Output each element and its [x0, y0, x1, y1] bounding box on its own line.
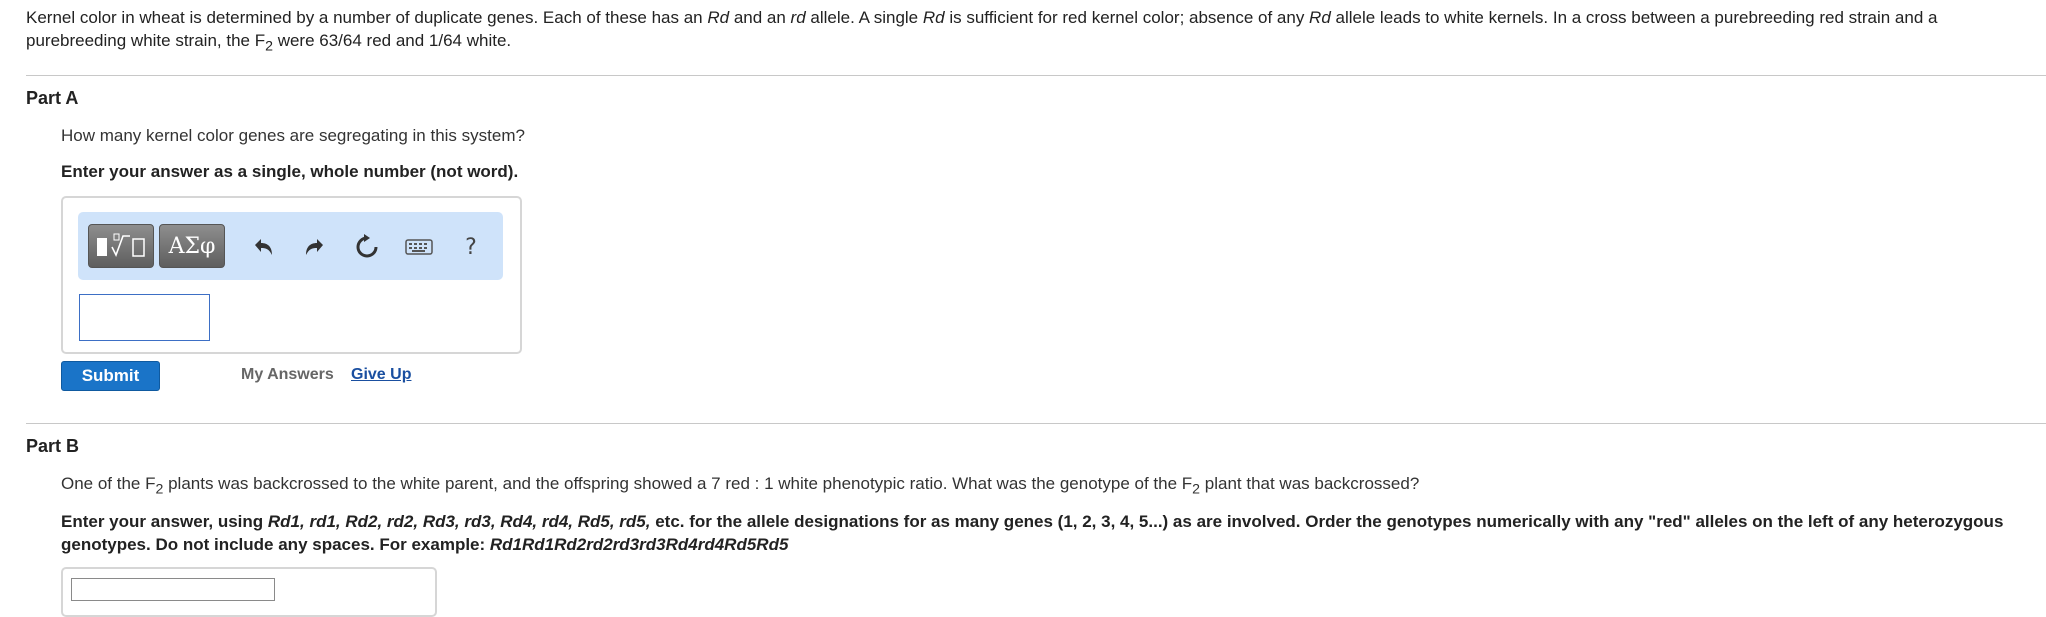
- genotype-input[interactable]: [71, 578, 275, 601]
- math-toolbar: ΑΣφ ?: [78, 212, 503, 280]
- part-b-answer-panel: [61, 567, 437, 617]
- part-a-title: Part A: [26, 88, 79, 108]
- subscript: 2: [265, 38, 273, 55]
- templates-icon: [97, 233, 145, 258]
- intro-text: and an: [729, 8, 791, 27]
- part-a-question: How many kernel color genes are segregat…: [61, 126, 525, 145]
- submit-button[interactable]: Submit: [61, 361, 160, 391]
- question-text: plant that was backcrossed?: [1200, 474, 1420, 493]
- subscript: 2: [1192, 481, 1201, 498]
- allele-rd-lower: rd: [790, 8, 806, 27]
- part-b-question: One of the F 2 plants was backcrossed to …: [61, 474, 1419, 497]
- answer-input[interactable]: [79, 294, 210, 341]
- answer-panel: ΑΣφ ?: [61, 196, 522, 354]
- keyboard-icon[interactable]: [404, 232, 434, 262]
- question-text: One of the F: [61, 474, 156, 493]
- part-a-instruction: Enter your answer as a single, whole num…: [61, 162, 519, 181]
- allele-list: Rd1, rd1, Rd2, rd2, Rd3, rd3, Rd4, rd4, …: [267, 512, 651, 531]
- divider: [26, 75, 2046, 76]
- part-b-instruction: Enter your answer, using Rd1, rd1, Rd2, …: [61, 510, 2021, 556]
- undo-icon[interactable]: [248, 232, 278, 262]
- intro-text: allele. A single: [805, 8, 923, 27]
- instruction-text: Enter your answer, using: [61, 512, 268, 531]
- problem-intro: Kernel color in wheat is determined by a…: [26, 6, 2026, 58]
- intro-text: Kernel color in wheat is determined by a…: [26, 8, 708, 27]
- my-answers-label: My Answers: [241, 366, 334, 383]
- intro-text: is sufficient for red kernel color; abse…: [944, 8, 1310, 27]
- question-text: plants was backcrossed to the white pare…: [163, 474, 1193, 493]
- reset-icon[interactable]: [352, 232, 382, 262]
- allele-rd-upper: Rd: [707, 8, 730, 27]
- allele-rd-upper: Rd: [1309, 8, 1331, 27]
- divider: [26, 423, 2046, 424]
- give-up-link[interactable]: Give Up: [351, 366, 411, 384]
- help-icon[interactable]: ?: [456, 232, 486, 262]
- greek-symbols-button[interactable]: ΑΣφ: [159, 224, 225, 268]
- redo-icon[interactable]: [300, 232, 330, 262]
- intro-text: were 63/64 red and 1/64 white.: [272, 31, 512, 50]
- allele-rd-upper: Rd: [922, 8, 945, 27]
- example-genotype: Rd1Rd1Rd2rd2rd3rd3Rd4rd4Rd5Rd5: [489, 535, 789, 554]
- part-b-title: Part B: [26, 436, 80, 456]
- templates-button[interactable]: [88, 224, 154, 268]
